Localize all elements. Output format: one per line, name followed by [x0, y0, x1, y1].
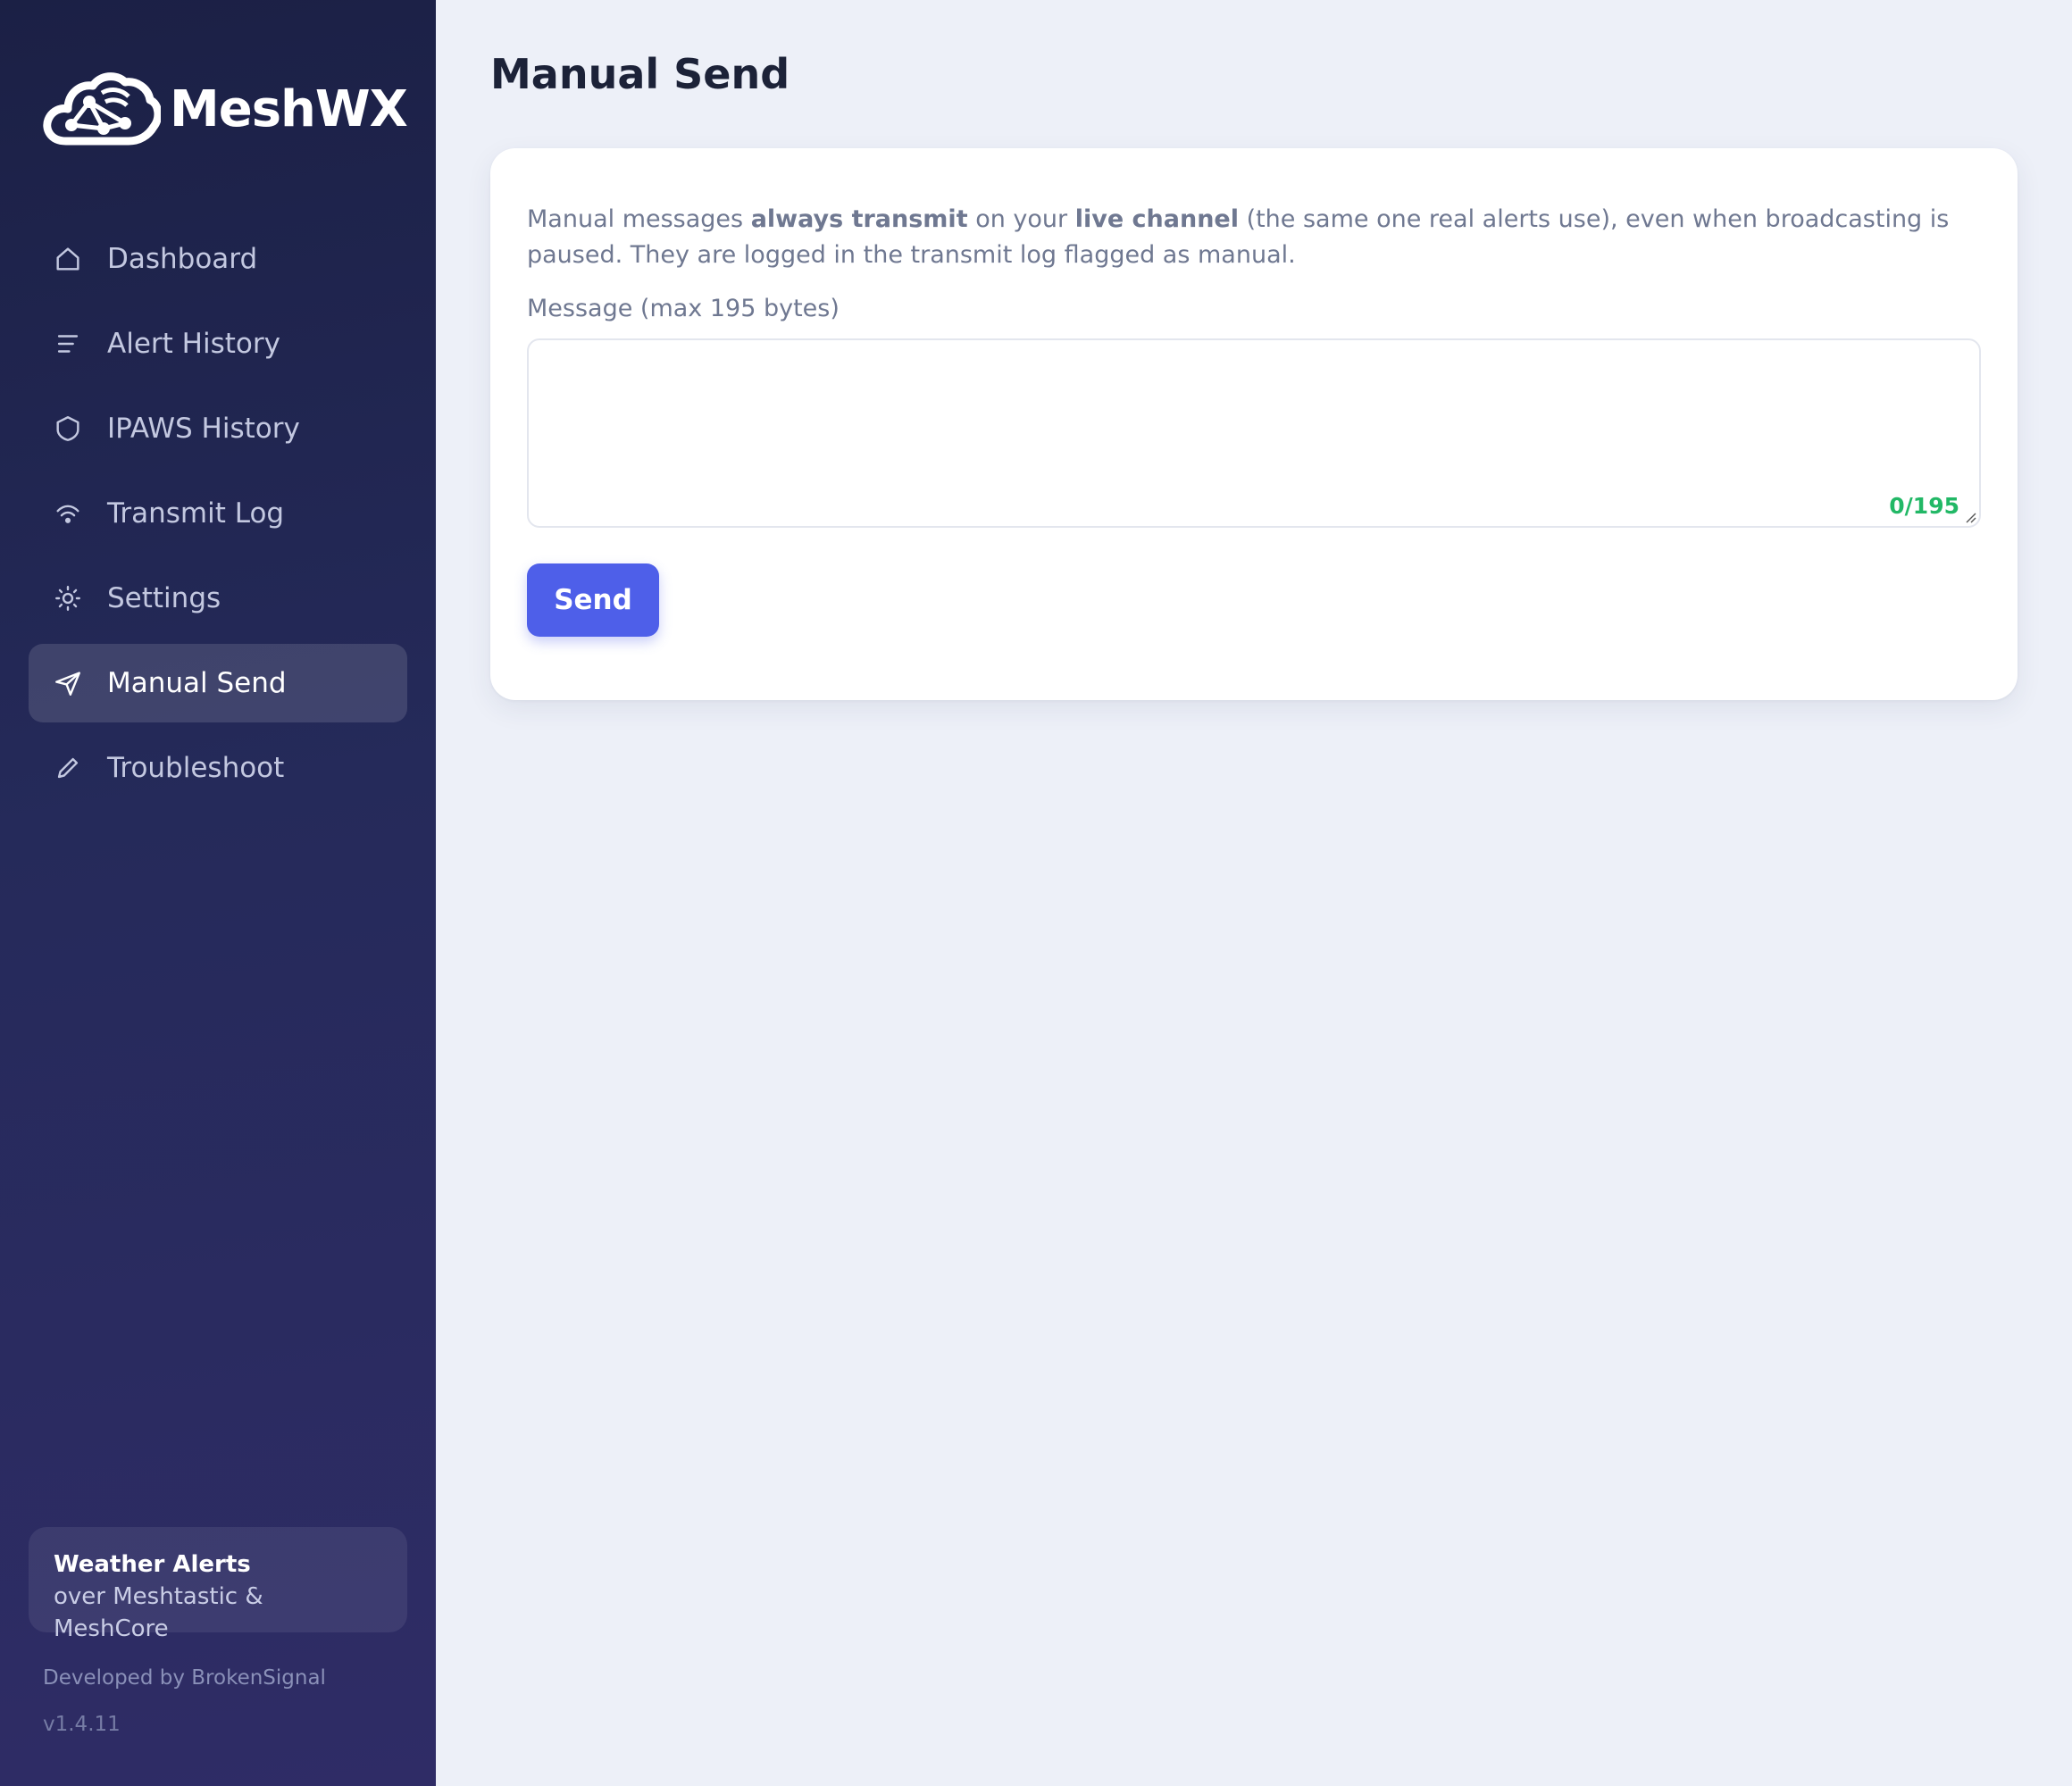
sidebar-item-label: Alert History [107, 328, 280, 360]
description-emphasis: always transmit [750, 205, 968, 233]
cloud-mesh-network-icon [43, 72, 161, 146]
version-label: v1.4.11 [43, 1713, 121, 1736]
sidebar-item-transmit-log[interactable]: Transmit Log [29, 474, 407, 553]
resize-grip-icon[interactable] [1962, 509, 1976, 523]
sidebar: MeshWX Dashboard Alert History IPAWS His… [0, 0, 436, 1786]
sun-gear-icon [52, 582, 84, 614]
tagline-title: Weather Alerts [54, 1551, 251, 1578]
description-text: on your [967, 205, 1075, 233]
description-emphasis: live channel [1074, 205, 1239, 233]
sidebar-item-label: Troubleshoot [107, 752, 285, 784]
sidebar-item-dashboard[interactable]: Dashboard [29, 220, 407, 298]
pencil-icon [52, 752, 84, 784]
wifi-icon [52, 497, 84, 530]
send-button[interactable]: Send [527, 563, 659, 637]
description-text: Manual messages [527, 205, 751, 233]
logo[interactable]: MeshWX [39, 66, 408, 152]
logo-text: MeshWX [170, 79, 408, 138]
manual-send-card: Manual messages always transmit on your … [490, 148, 2018, 700]
message-textarea[interactable] [529, 340, 1979, 526]
sidebar-item-alert-history[interactable]: Alert History [29, 305, 407, 383]
sidebar-item-label: Manual Send [107, 667, 287, 699]
manual-send-description: Manual messages always transmit on your … [527, 202, 1981, 273]
sidebar-item-label: Dashboard [107, 243, 258, 275]
tagline-subtitle: over Meshtastic & MeshCore [54, 1583, 263, 1642]
main-content: Manual Send Manual messages always trans… [436, 0, 2072, 1786]
sidebar-item-label: IPAWS History [107, 413, 300, 445]
shield-icon [52, 413, 84, 445]
sidebar-item-label: Transmit Log [107, 497, 285, 530]
developer-credit: Developed by BrokenSignal [43, 1666, 326, 1690]
sidebar-item-ipaws-history[interactable]: IPAWS History [29, 389, 407, 468]
tagline-card: Weather Alerts over Meshtastic & MeshCor… [29, 1527, 407, 1642]
send-icon [52, 667, 84, 699]
list-icon [52, 328, 84, 360]
message-field-wrapper: 0/195 [527, 338, 1981, 528]
char-counter: 0/195 [1889, 493, 1959, 519]
sidebar-item-manual-send[interactable]: Manual Send [29, 644, 407, 722]
home-icon [52, 243, 84, 275]
message-field-label: Message (max 195 bytes) [527, 295, 840, 322]
app-root: MeshWX Dashboard Alert History IPAWS His… [0, 0, 2072, 1786]
sidebar-nav: Dashboard Alert History IPAWS History Tr… [29, 220, 407, 814]
page-title: Manual Send [490, 50, 790, 98]
sidebar-item-label: Settings [107, 582, 221, 614]
sidebar-item-settings[interactable]: Settings [29, 559, 407, 638]
sidebar-item-troubleshoot[interactable]: Troubleshoot [29, 729, 407, 807]
